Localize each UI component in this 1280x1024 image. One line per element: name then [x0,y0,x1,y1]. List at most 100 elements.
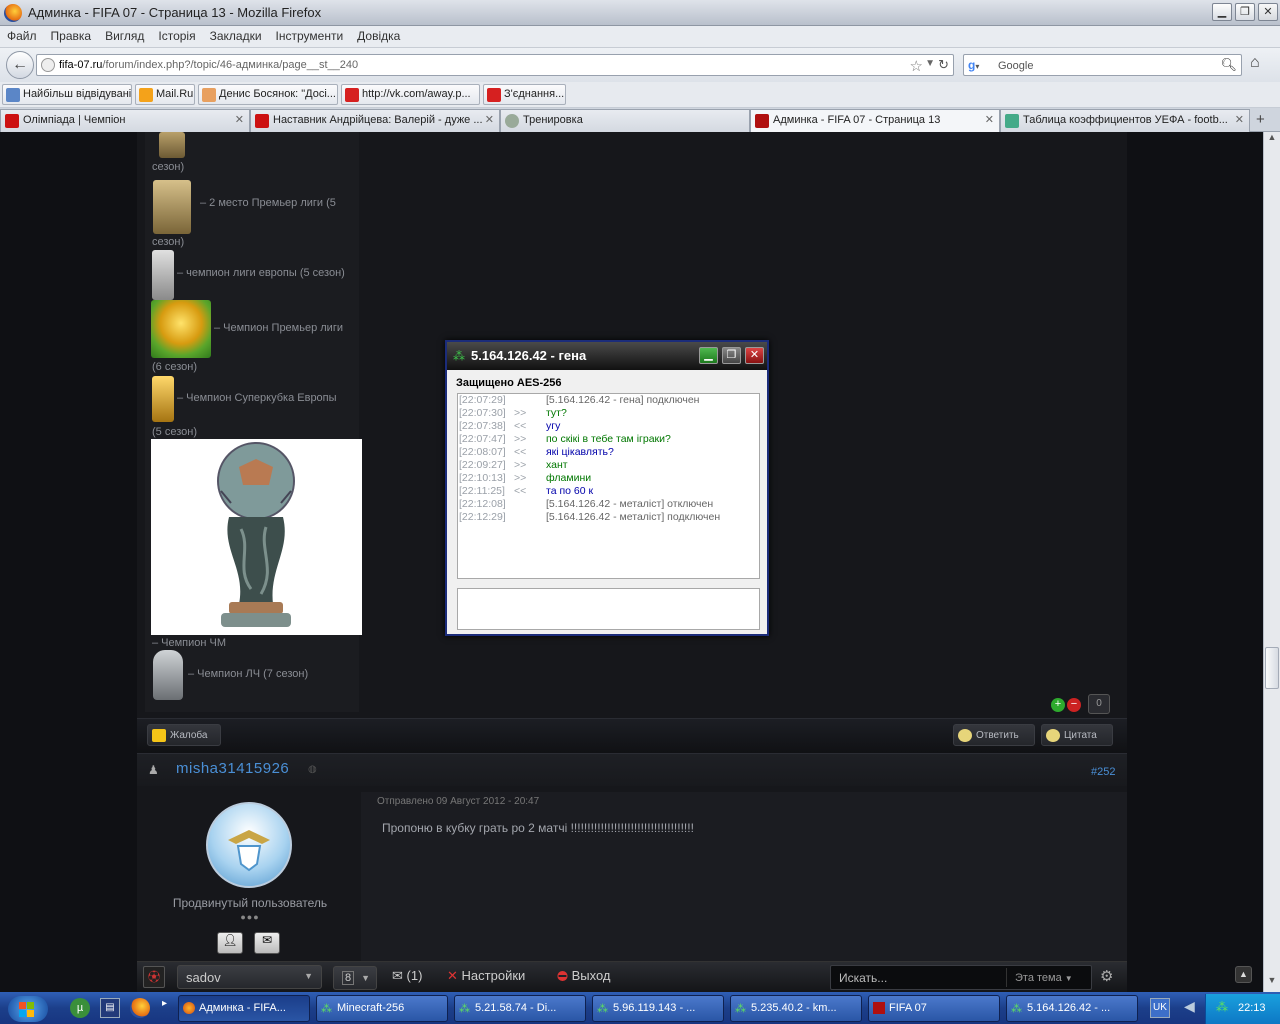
report-button[interactable]: Жалоба [147,724,221,746]
close-button[interactable]: ✕ [1258,3,1278,21]
rep-plus-icon[interactable]: + [1051,698,1065,712]
tab-admin-fifa07[interactable]: Админка - FIFA 07 - Страница 13 ✕ [750,109,1000,132]
tray-expand-icon[interactable]: ◀ [1184,998,1195,1015]
scrollbar-thumb[interactable] [1265,647,1279,689]
tab-close-icon[interactable]: ✕ [235,113,244,126]
notifications-dropdown[interactable]: 8 ▼ [333,966,377,990]
chat-log-row: [22:07:47] >> по скікі в тебе там іграки? [459,433,671,445]
menu-history[interactable]: Історія [151,26,202,43]
bookmark-star-icon[interactable]: ☆ [910,57,923,75]
scroll-to-top-icon[interactable]: ▲ [1235,966,1252,983]
site-identity-icon[interactable] [41,58,55,72]
ball-icon [505,114,519,128]
user-avatar-icon[interactable]: ⚽︎ [143,966,165,988]
taskbar-item-chat3[interactable]: ⁂ 5.235.40.2 - km... [730,995,862,1022]
bookmark-vk[interactable]: http://vk.com/away.p... [341,84,480,105]
tab-strip: Олімпіада | Чемпіон ✕ Наставник Андрійцев… [0,108,1280,132]
taskbar-item-chat4[interactable]: ⁂ 5.164.126.42 - ... [1006,995,1138,1022]
post-number-link[interactable]: #252 [1091,766,1115,778]
start-button[interactable] [2,994,60,1024]
url-text[interactable]: fifa-07.ru/forum/index.php?/topic/46-адм… [59,59,358,71]
supercup-trophy-icon [152,376,174,422]
new-tab-button[interactable]: + [1256,111,1265,128]
google-icon[interactable]: g▾ [968,58,984,73]
premier-league-trophy-icon [151,300,211,358]
settings-link[interactable]: ✕ Настройки [447,968,525,984]
quote-button[interactable]: Цитата [1041,724,1113,746]
chat-log[interactable]: [22:07:29] [5.164.126.42 - гена] подключе… [457,393,760,579]
chat-window[interactable]: ⁂ 5.164.126.42 - гена ▁ ❐ ✕ Защищено AES… [445,340,769,636]
youtube-icon [487,88,501,102]
url-dropdown-icon[interactable]: ▼ [925,58,935,69]
url-bar[interactable]: fifa-07.ru/forum/index.php?/topic/46-адм… [36,54,954,76]
home-icon[interactable]: ⌂ [1250,54,1260,72]
inbox-link[interactable]: ✉ (1) [392,968,422,984]
taskbar-item-fifa07[interactable]: FIFA 07 [868,995,1000,1022]
menu-file[interactable]: Файл [0,26,44,43]
network-peers-tray-icon[interactable]: ⁂ [1216,1000,1228,1014]
taskbar-item-minecraft[interactable]: ⁂ Minecraft-256 [316,995,448,1022]
logout-link[interactable]: ⛔︎ Выход [557,968,611,984]
bookmark-mailru[interactable]: Mail.Ru [135,84,195,105]
offline-status-icon: ◍ [308,764,317,775]
chat-titlebar[interactable]: ⁂ 5.164.126.42 - гена ▁ ❐ ✕ [447,342,767,370]
menu-bookmarks[interactable]: Закладки [203,26,269,43]
taskbar-item-firefox[interactable]: Админка - FIFA... [178,995,310,1022]
search-options-gear-icon[interactable]: ⚙ [1100,967,1113,985]
firefox-quicklaunch-icon[interactable] [130,998,150,1018]
bookmark-denis[interactable]: Денис Босянок: "Досі... [198,84,338,105]
menu-view[interactable]: Вигляд [98,26,151,43]
menu-tools[interactable]: Інструменти [269,26,351,43]
bookmark-connection[interactable]: З'єднання... [483,84,566,105]
utorrent-icon[interactable]: µ [70,998,90,1018]
user-menu-dropdown[interactable]: sadov ▼ [177,965,322,989]
search-box[interactable]: g▾ Google 🔍︎ [963,54,1242,76]
minimize-button[interactable]: ▁ [1212,3,1232,21]
bookmark-most-visited[interactable]: Найбільш відвідувані [2,84,132,105]
chat-minimize-button[interactable]: ▁ [699,347,718,364]
tab-training[interactable]: Тренировка [500,109,750,132]
quicklaunch-app-icon[interactable]: ▤ [100,998,120,1018]
tab-olympiad[interactable]: Олімпіада | Чемпіон ✕ [0,109,250,132]
avatar[interactable] [206,802,292,888]
clock[interactable]: 22:13 [1238,1002,1266,1014]
scroll-down-icon[interactable]: ▼ [1265,975,1279,991]
forum-search-input[interactable]: Искать... [839,971,887,985]
chat-log-row: [22:07:29] [5.164.126.42 - гена] подключе… [459,394,700,406]
post-author-link[interactable]: misha31415926 [176,760,289,777]
reply-button[interactable]: Ответить [953,724,1035,746]
page-scrollbar[interactable]: ▲ ▼ [1263,132,1280,992]
tab-close-icon[interactable]: ✕ [985,113,994,126]
message-icon[interactable]: ✉ [254,932,280,954]
profile-icon[interactable]: 👤︎ [217,932,243,954]
tab-close-icon[interactable]: ✕ [1235,113,1244,126]
post-text: Пропоню в кубку грать ро 2 матчі !!!!!!!… [382,821,694,835]
maximize-button[interactable]: ❐ [1235,3,1255,21]
menu-help[interactable]: Довідка [350,26,407,43]
tab-close-icon[interactable]: ✕ [485,113,494,126]
reload-icon[interactable]: ↻ [938,57,949,73]
menu-edit[interactable]: Правка [44,26,99,43]
chat-close-button[interactable]: ✕ [745,347,764,364]
fifa07-icon [755,114,769,128]
expand-quicklaunch-icon[interactable]: ▸ [162,998,172,1018]
award-text: – Чемпион Суперкубка Европы [177,392,337,404]
search-icon[interactable]: 🔍︎ [1220,57,1237,73]
chevron-down-icon: ▼ [1064,974,1073,983]
chat-maximize-button[interactable]: ❐ [722,347,741,364]
rep-minus-icon[interactable]: − [1067,698,1081,712]
taskbar-item-chat1[interactable]: ⁂ 5.21.58.74 - Di... [454,995,586,1022]
rep-count: 0 [1088,694,1110,714]
taskbar-item-chat2[interactable]: ⁂ 5.96.119.143 - ... [592,995,724,1022]
tools-icon: ✕ [447,968,458,983]
user-rank: Продвинутый пользователь [172,896,328,910]
tab-nastavnik[interactable]: Наставник Андрійцева: Валерій - дуже ...… [250,109,500,132]
back-button[interactable]: ← [6,51,34,79]
chat-input[interactable] [457,588,760,630]
youtube-icon [345,88,359,102]
forum-search[interactable]: Искать... Эта тема ▼ [830,965,1092,990]
search-scope-select[interactable]: Эта тема ▼ [1006,968,1092,987]
scroll-up-icon[interactable]: ▲ [1265,132,1279,148]
language-indicator[interactable]: UK [1150,998,1170,1018]
tab-uefa-table[interactable]: Таблица коэффициентов УЕФА - footb... ✕ [1000,109,1250,132]
